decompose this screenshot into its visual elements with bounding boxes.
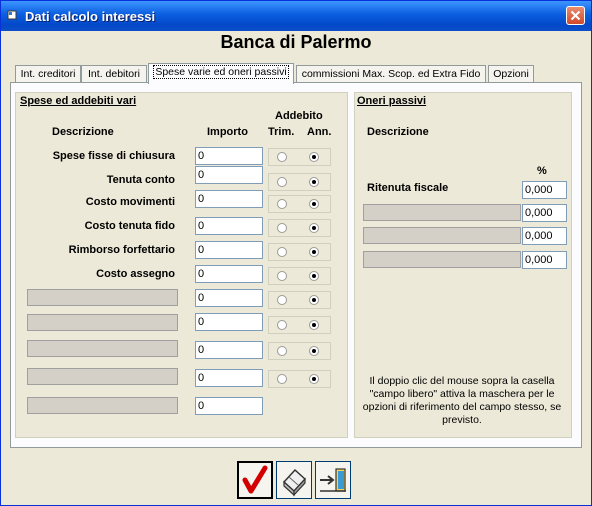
campo-libero-field[interactable]	[363, 251, 521, 268]
trim-radio[interactable]	[277, 320, 287, 330]
addebito-radio-group	[268, 267, 331, 285]
campo-libero-note: Il doppio clic del mouse sopra la casell…	[362, 375, 562, 426]
importo-input-spese-fisse[interactable]: 0	[195, 147, 263, 165]
cancel-button[interactable]	[276, 461, 312, 499]
campo-libero-field[interactable]	[27, 397, 178, 414]
oneri-descrizione-header: Descrizione	[367, 126, 429, 138]
trim-radio[interactable]	[277, 374, 287, 384]
trim-radio[interactable]	[277, 223, 287, 233]
addebito-radio-group	[268, 370, 331, 388]
importo-input-libero[interactable]: 0	[195, 341, 263, 359]
campo-libero-field[interactable]	[363, 227, 521, 244]
app-icon	[7, 10, 17, 20]
tab-opzioni[interactable]: Opzioni	[488, 65, 534, 82]
tab-int-creditori[interactable]: Int. creditori	[15, 65, 81, 82]
trim-radio[interactable]	[277, 295, 287, 305]
eraser-icon	[282, 468, 307, 497]
importo-input-tenuta-conto[interactable]: 0	[195, 166, 263, 184]
campo-libero-field[interactable]	[27, 314, 178, 331]
trim-radio[interactable]	[277, 271, 287, 281]
percent-header: %	[537, 165, 547, 177]
addebito-radio-group	[268, 316, 331, 334]
addebito-header: Addebito	[275, 110, 323, 122]
spese-group-title: Spese ed addebiti vari	[20, 95, 137, 107]
ann-radio[interactable]	[309, 295, 319, 305]
ann-radio[interactable]	[309, 152, 319, 162]
importo-input-libero[interactable]: 0	[195, 397, 263, 415]
importo-input-costo-tenuta-fido[interactable]: 0	[195, 217, 263, 235]
row-label-tenuta-conto: Tenuta conto	[106, 174, 175, 186]
ann-radio[interactable]	[309, 223, 319, 233]
campo-libero-field[interactable]	[27, 340, 178, 357]
trim-radio[interactable]	[277, 199, 287, 209]
title-bar[interactable]: Dati calcolo interessi	[1, 1, 591, 31]
tab-int-debitori[interactable]: Int. debitori	[81, 65, 147, 82]
exit-door-icon	[320, 468, 346, 492]
importo-input-costo-movimenti[interactable]: 0	[195, 190, 263, 208]
ann-radio[interactable]	[309, 199, 319, 209]
close-button[interactable]	[566, 6, 585, 25]
importo-header: Importo	[207, 126, 248, 138]
percent-input-libero[interactable]: 0,000	[522, 251, 567, 269]
row-label-costo-tenuta-fido: Costo tenuta fido	[84, 220, 175, 232]
ann-radio[interactable]	[309, 346, 319, 356]
ann-radio[interactable]	[309, 247, 319, 257]
row-label-costo-assegno: Costo assegno	[96, 268, 175, 280]
row-label-costo-movimenti: Costo movimenti	[85, 196, 175, 208]
campo-libero-field[interactable]	[27, 289, 178, 306]
trim-radio[interactable]	[277, 346, 287, 356]
ann-radio[interactable]	[309, 177, 319, 187]
ann-radio[interactable]	[309, 320, 319, 330]
trim-radio[interactable]	[277, 152, 287, 162]
trim-header: Trim.	[268, 126, 295, 138]
oneri-group-title: Oneri passivi	[357, 95, 427, 107]
descrizione-header: Descrizione	[52, 126, 114, 138]
addebito-radio-group	[268, 173, 331, 191]
addebito-radio-group	[268, 195, 331, 213]
close-icon	[570, 10, 581, 21]
addebito-radio-group	[268, 342, 331, 360]
trim-radio[interactable]	[277, 177, 287, 187]
addebito-radio-group	[268, 243, 331, 261]
percent-input-ritenuta[interactable]: 0,000	[522, 181, 567, 199]
ann-radio[interactable]	[309, 271, 319, 281]
row-label-rimborso: Rimborso forfettario	[68, 244, 175, 256]
addebito-radio-group	[268, 219, 331, 237]
importo-input-libero[interactable]: 0	[195, 313, 263, 331]
tab-commissioni[interactable]: commissioni Max. Scop. ed Extra Fido	[296, 65, 486, 82]
importo-input-costo-assegno[interactable]: 0	[195, 265, 263, 283]
importo-input-libero[interactable]: 0	[195, 369, 263, 387]
row-label-spese-fisse: Spese fisse di chiusura	[52, 150, 175, 162]
check-icon	[242, 465, 268, 494]
bank-name: Banca di Palermo	[220, 32, 372, 52]
percent-input-libero[interactable]: 0,000	[522, 204, 567, 222]
confirm-button[interactable]	[237, 461, 273, 499]
ann-radio[interactable]	[309, 374, 319, 384]
addebito-radio-group	[268, 148, 331, 166]
exit-button[interactable]	[315, 461, 351, 499]
tab-spese-varie[interactable]: Spese varie ed oneri passivi	[148, 63, 294, 84]
window-title: Dati calcolo interessi	[25, 9, 156, 24]
trim-radio[interactable]	[277, 247, 287, 257]
campo-libero-field[interactable]	[363, 204, 521, 221]
campo-libero-field[interactable]	[27, 368, 178, 385]
row-label-ritenuta-fiscale: Ritenuta fiscale	[367, 182, 449, 194]
importo-input-rimborso[interactable]: 0	[195, 241, 263, 259]
addebito-radio-group	[268, 291, 331, 309]
ann-header: Ann.	[307, 126, 332, 138]
percent-input-libero[interactable]: 0,000	[522, 227, 567, 245]
importo-input-libero[interactable]: 0	[195, 289, 263, 307]
